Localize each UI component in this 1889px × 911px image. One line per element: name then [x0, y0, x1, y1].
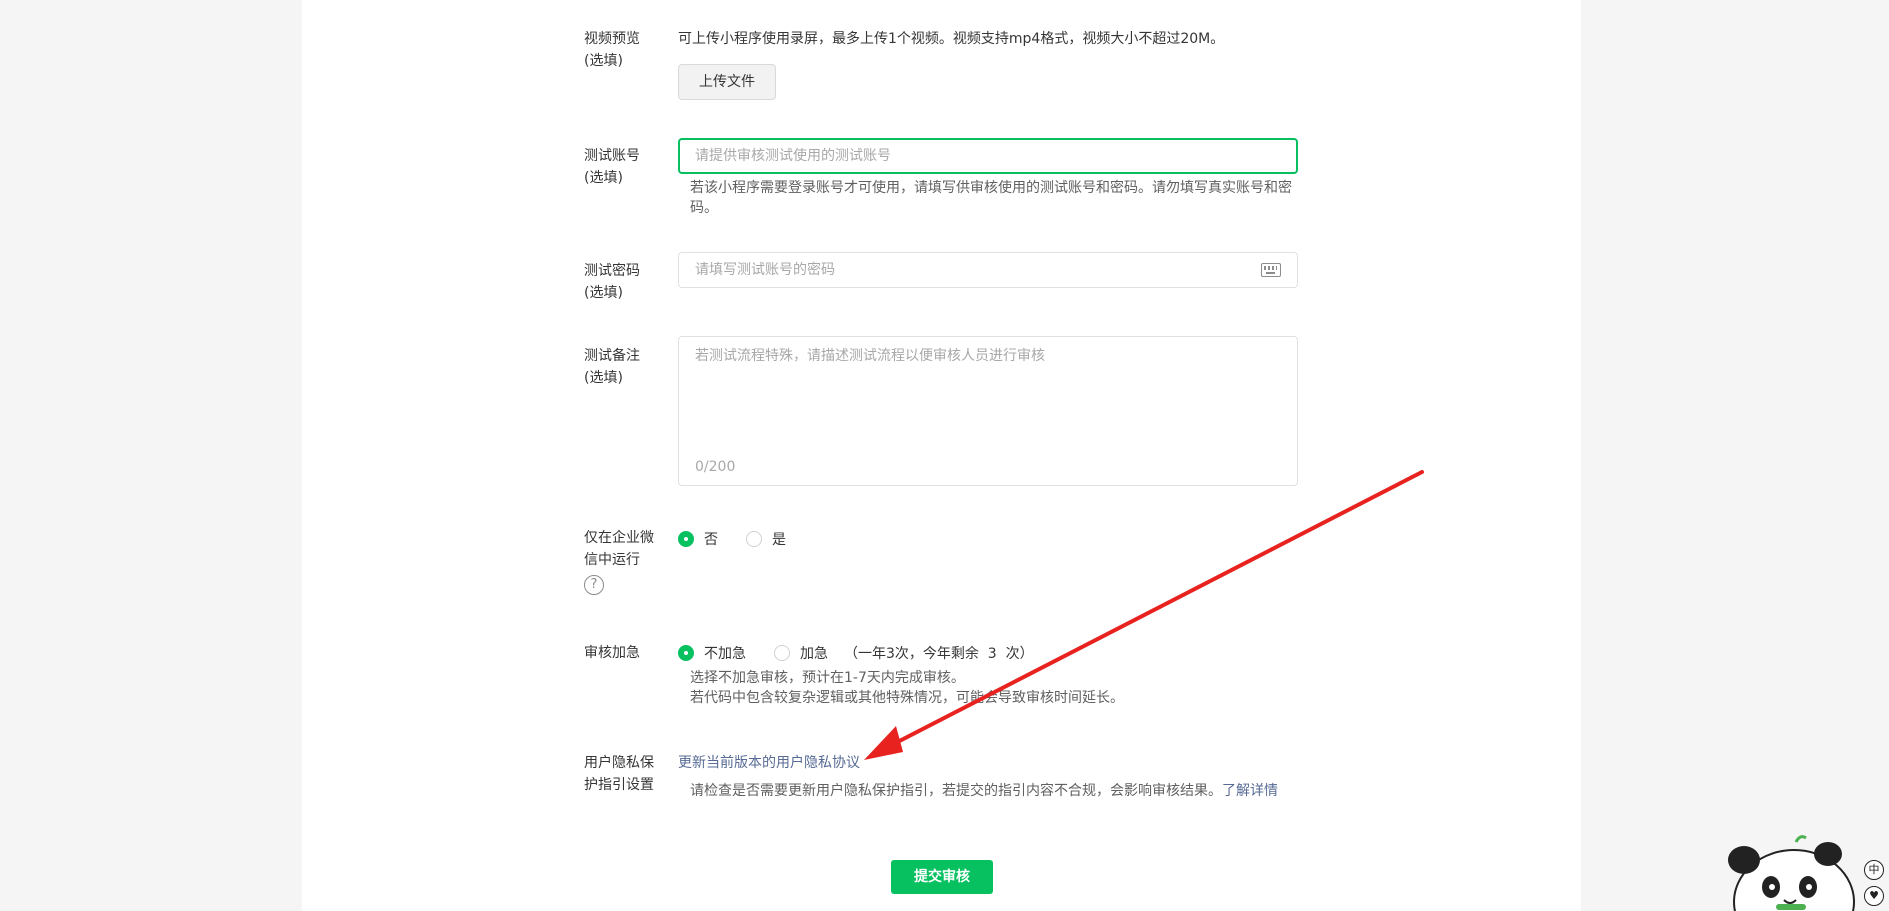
review-speed-option-urgent-label: 加急 — [800, 646, 828, 662]
privacy-content: 更新当前版本的用户隐私协议 请检查是否需要更新用户隐私保护指引，若提交的指引内容… — [678, 752, 1298, 802]
radio-checked-icon — [678, 531, 694, 547]
panda-mascot-icon — [1728, 835, 1855, 911]
test-account-content: 请提供审核测试使用的测试账号 若该小程序需要登录账号才可使用，请填写供审核使用的… — [678, 138, 1298, 218]
review-speed-option-normal[interactable]: 不加急 — [678, 643, 746, 663]
upload-file-button[interactable]: 上传文件 — [678, 64, 776, 100]
test-password-label: 测试密码 (选填) — [584, 263, 640, 301]
review-speed-radio-group: 不加急 加急 （一年3次，今年剩余 3 次） — [678, 642, 1298, 664]
test-password-input[interactable]: 请填写测试账号的密码 — [678, 252, 1298, 288]
update-privacy-link[interactable]: 更新当前版本的用户隐私协议 — [678, 752, 1298, 774]
wecom-only-option-yes-label: 是 — [772, 532, 786, 548]
review-speed-hint-1: 选择不加急审核，预计在1-7天内完成审核。 — [690, 670, 965, 686]
video-preview-hint: 可上传小程序使用录屏，最多上传1个视频。视频支持mp4格式，视频大小不超过20M… — [678, 31, 1225, 47]
review-speed-option-normal-label: 不加急 — [704, 646, 746, 662]
video-preview-content: 可上传小程序使用录屏，最多上传1个视频。视频支持mp4格式，视频大小不超过20M… — [678, 28, 1298, 100]
wecom-only-option-no[interactable]: 否 — [678, 529, 718, 549]
review-speed-label: 审核加急 — [584, 645, 640, 661]
radio-unchecked-icon — [774, 645, 790, 661]
review-speed-hint-2: 若代码中包含较复杂逻辑或其他特殊情况，可能会导致审核时间延长。 — [690, 690, 1124, 706]
wecom-only-option-yes[interactable]: 是 — [746, 529, 786, 549]
privacy-hint: 请检查是否需要更新用户隐私保护指引，若提交的指引内容不合规，会影响审核结果。了解… — [678, 780, 1318, 802]
wecom-only-radio-group: 否 是 — [678, 528, 1298, 550]
wecom-only-label-text: 仅在企业微信中运行 — [584, 530, 654, 568]
test-password-placeholder: 请填写测试账号的密码 — [695, 262, 835, 278]
learn-more-link[interactable]: 了解详情 — [1222, 783, 1278, 799]
test-password-content: 请填写测试账号的密码 — [678, 252, 1298, 288]
test-account-input[interactable]: 请提供审核测试使用的测试账号 — [678, 138, 1298, 174]
test-account-hint: 若该小程序需要登录账号才可使用，请填写供审核使用的测试账号和密码。请勿填写真实账… — [690, 180, 1292, 216]
radio-unchecked-icon — [746, 531, 762, 547]
test-notes-placeholder: 若测试流程特殊，请描述测试流程以便审核人员进行审核 — [695, 348, 1045, 364]
keyboard-icon[interactable] — [1261, 263, 1281, 277]
video-preview-label: 视频预览 (选填) — [584, 31, 640, 69]
ime-chinese-icon[interactable]: 中 — [1864, 860, 1884, 880]
help-icon[interactable]: ? — [584, 575, 604, 595]
test-notes-textarea[interactable]: 若测试流程特殊，请描述测试流程以便审核人员进行审核 0/200 — [678, 336, 1298, 486]
test-account-label: 测试账号 (选填) — [584, 148, 640, 186]
review-speed-content: 不加急 加急 （一年3次，今年剩余 3 次） 选择不加急审核，预计在1-7天内完… — [678, 642, 1298, 708]
review-speed-option-urgent[interactable]: 加急 — [774, 643, 828, 663]
test-notes-content: 若测试流程特殊，请描述测试流程以便审核人员进行审核 0/200 — [678, 336, 1298, 486]
test-notes-label: 测试备注 (选填) — [584, 348, 640, 386]
wecom-only-content: 否 是 — [678, 528, 1298, 550]
wecom-only-label: 仅在企业微信中运行 ? — [584, 527, 656, 595]
ime-heart-icon[interactable]: ♥ — [1864, 886, 1884, 906]
privacy-hint-text: 请检查是否需要更新用户隐私保护指引，若提交的指引内容不合规，会影响审核结果。 — [690, 783, 1222, 799]
urgent-quota: （一年3次，今年剩余 3 次） — [844, 646, 1034, 662]
submit-review-button[interactable]: 提交审核 — [891, 860, 993, 894]
test-notes-counter: 0/200 — [695, 459, 736, 475]
wecom-only-option-no-label: 否 — [704, 532, 718, 548]
radio-checked-icon — [678, 645, 694, 661]
privacy-label: 用户隐私保护指引设置 — [584, 755, 654, 793]
